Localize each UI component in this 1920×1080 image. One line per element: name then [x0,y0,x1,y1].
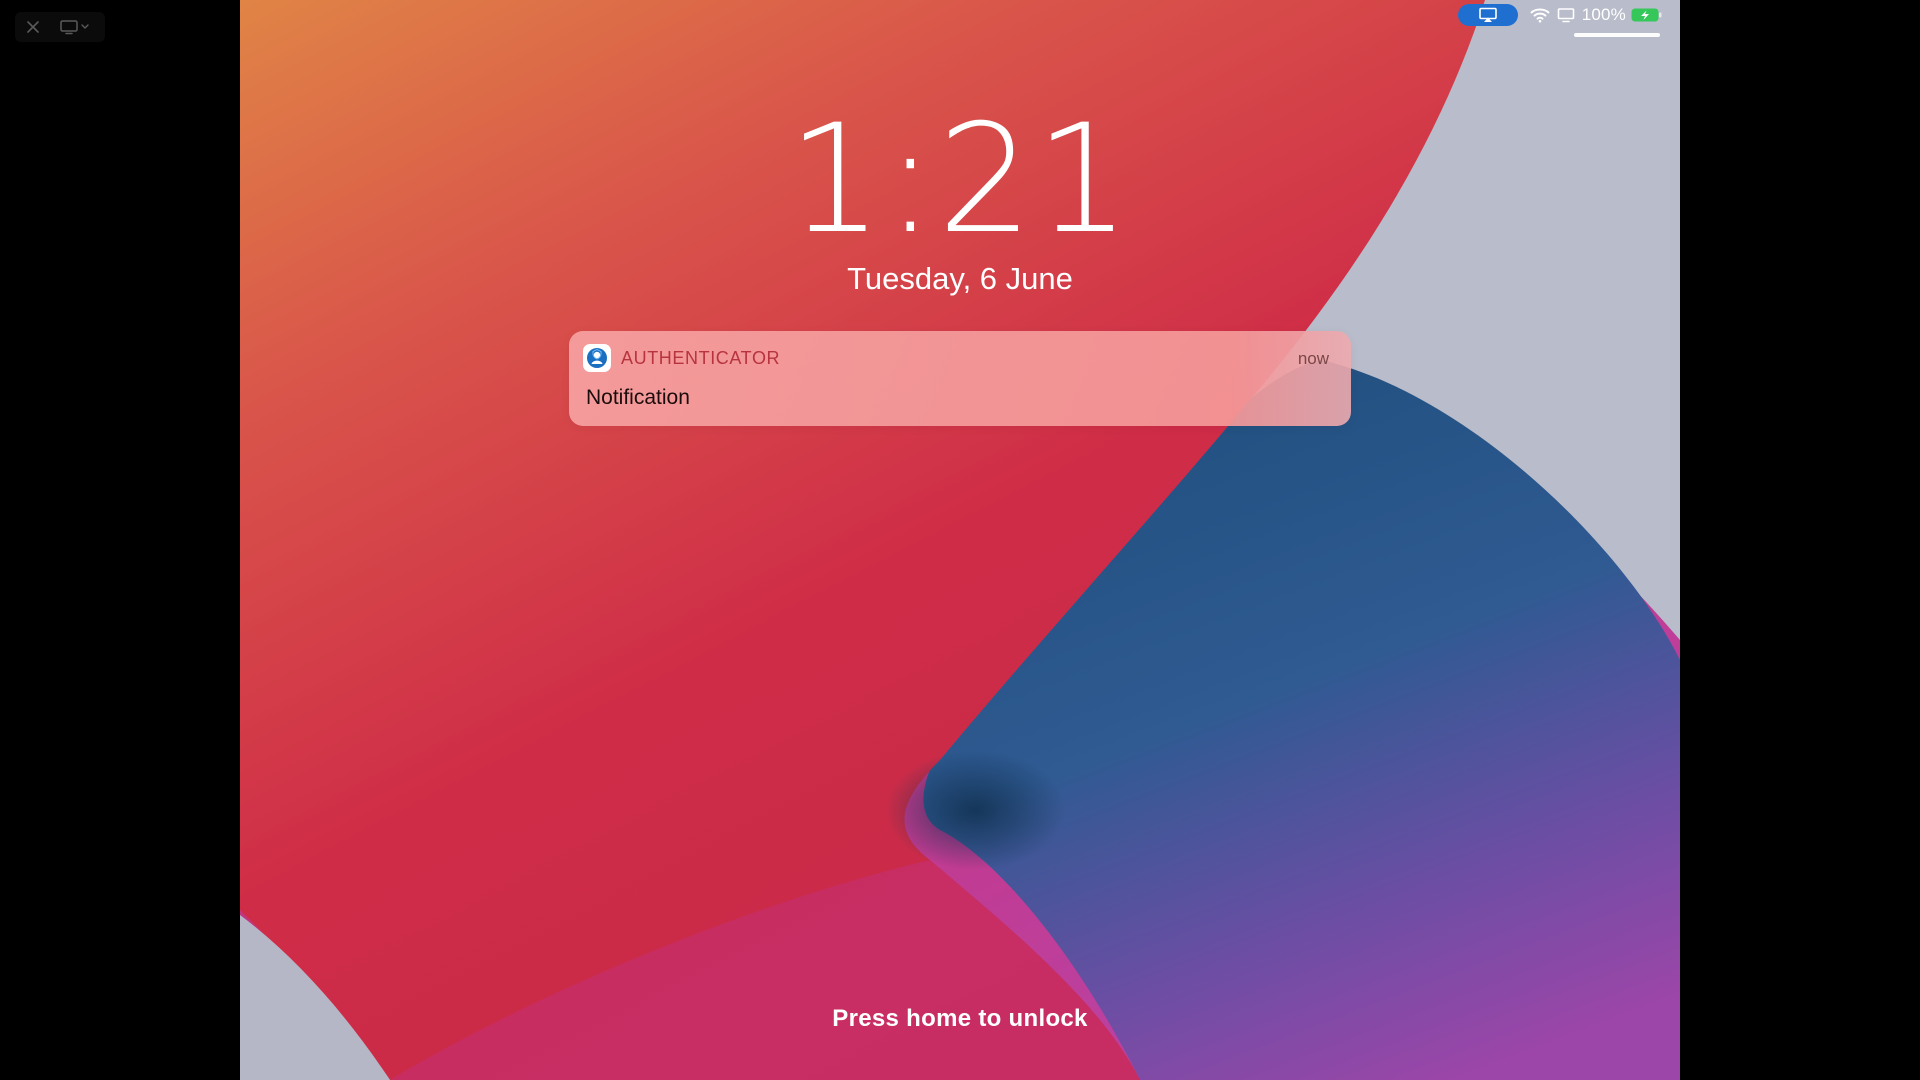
close-button[interactable] [15,12,51,42]
external-display-indicator [1557,7,1575,23]
notification-body: Notification [586,386,690,409]
battery-indicator [1631,7,1663,23]
notification-card[interactable]: AUTHENTICATOR now Notification [569,331,1351,426]
unlock-hint: Press home to unlock [832,1005,1088,1032]
display-menu-button[interactable] [51,12,101,42]
ipad-lock-screen: 100% 1:21 Tuesday, 6 June AUTHENTICATOR … [240,0,1680,1080]
battery-percentage: 100% [1581,5,1626,24]
notification-time: now [1297,349,1329,368]
external-display-icon [1557,8,1575,23]
close-icon [27,21,39,33]
screen-mirroring-icon [1478,7,1497,22]
wifi-icon [1530,8,1550,23]
battery-charging-icon [1631,8,1662,22]
window-controls [15,12,105,42]
authenticator-app-icon [583,344,611,372]
status-bar-underline [1574,33,1660,37]
display-menu-icon [60,20,89,35]
status-bar: 100% [1457,4,1670,26]
screen-mirroring-indicator[interactable] [1457,4,1518,26]
lock-screen-date: Tuesday, 6 June [847,261,1073,296]
lock-screen-time: 1:21 [787,93,1133,267]
authenticator-app-icon-graphic [587,348,607,368]
notification-app-name: AUTHENTICATOR [621,348,781,368]
wifi-indicator [1530,7,1550,23]
screen-capture-window: 100% 1:21 Tuesday, 6 June AUTHENTICATOR … [0,0,1920,1080]
